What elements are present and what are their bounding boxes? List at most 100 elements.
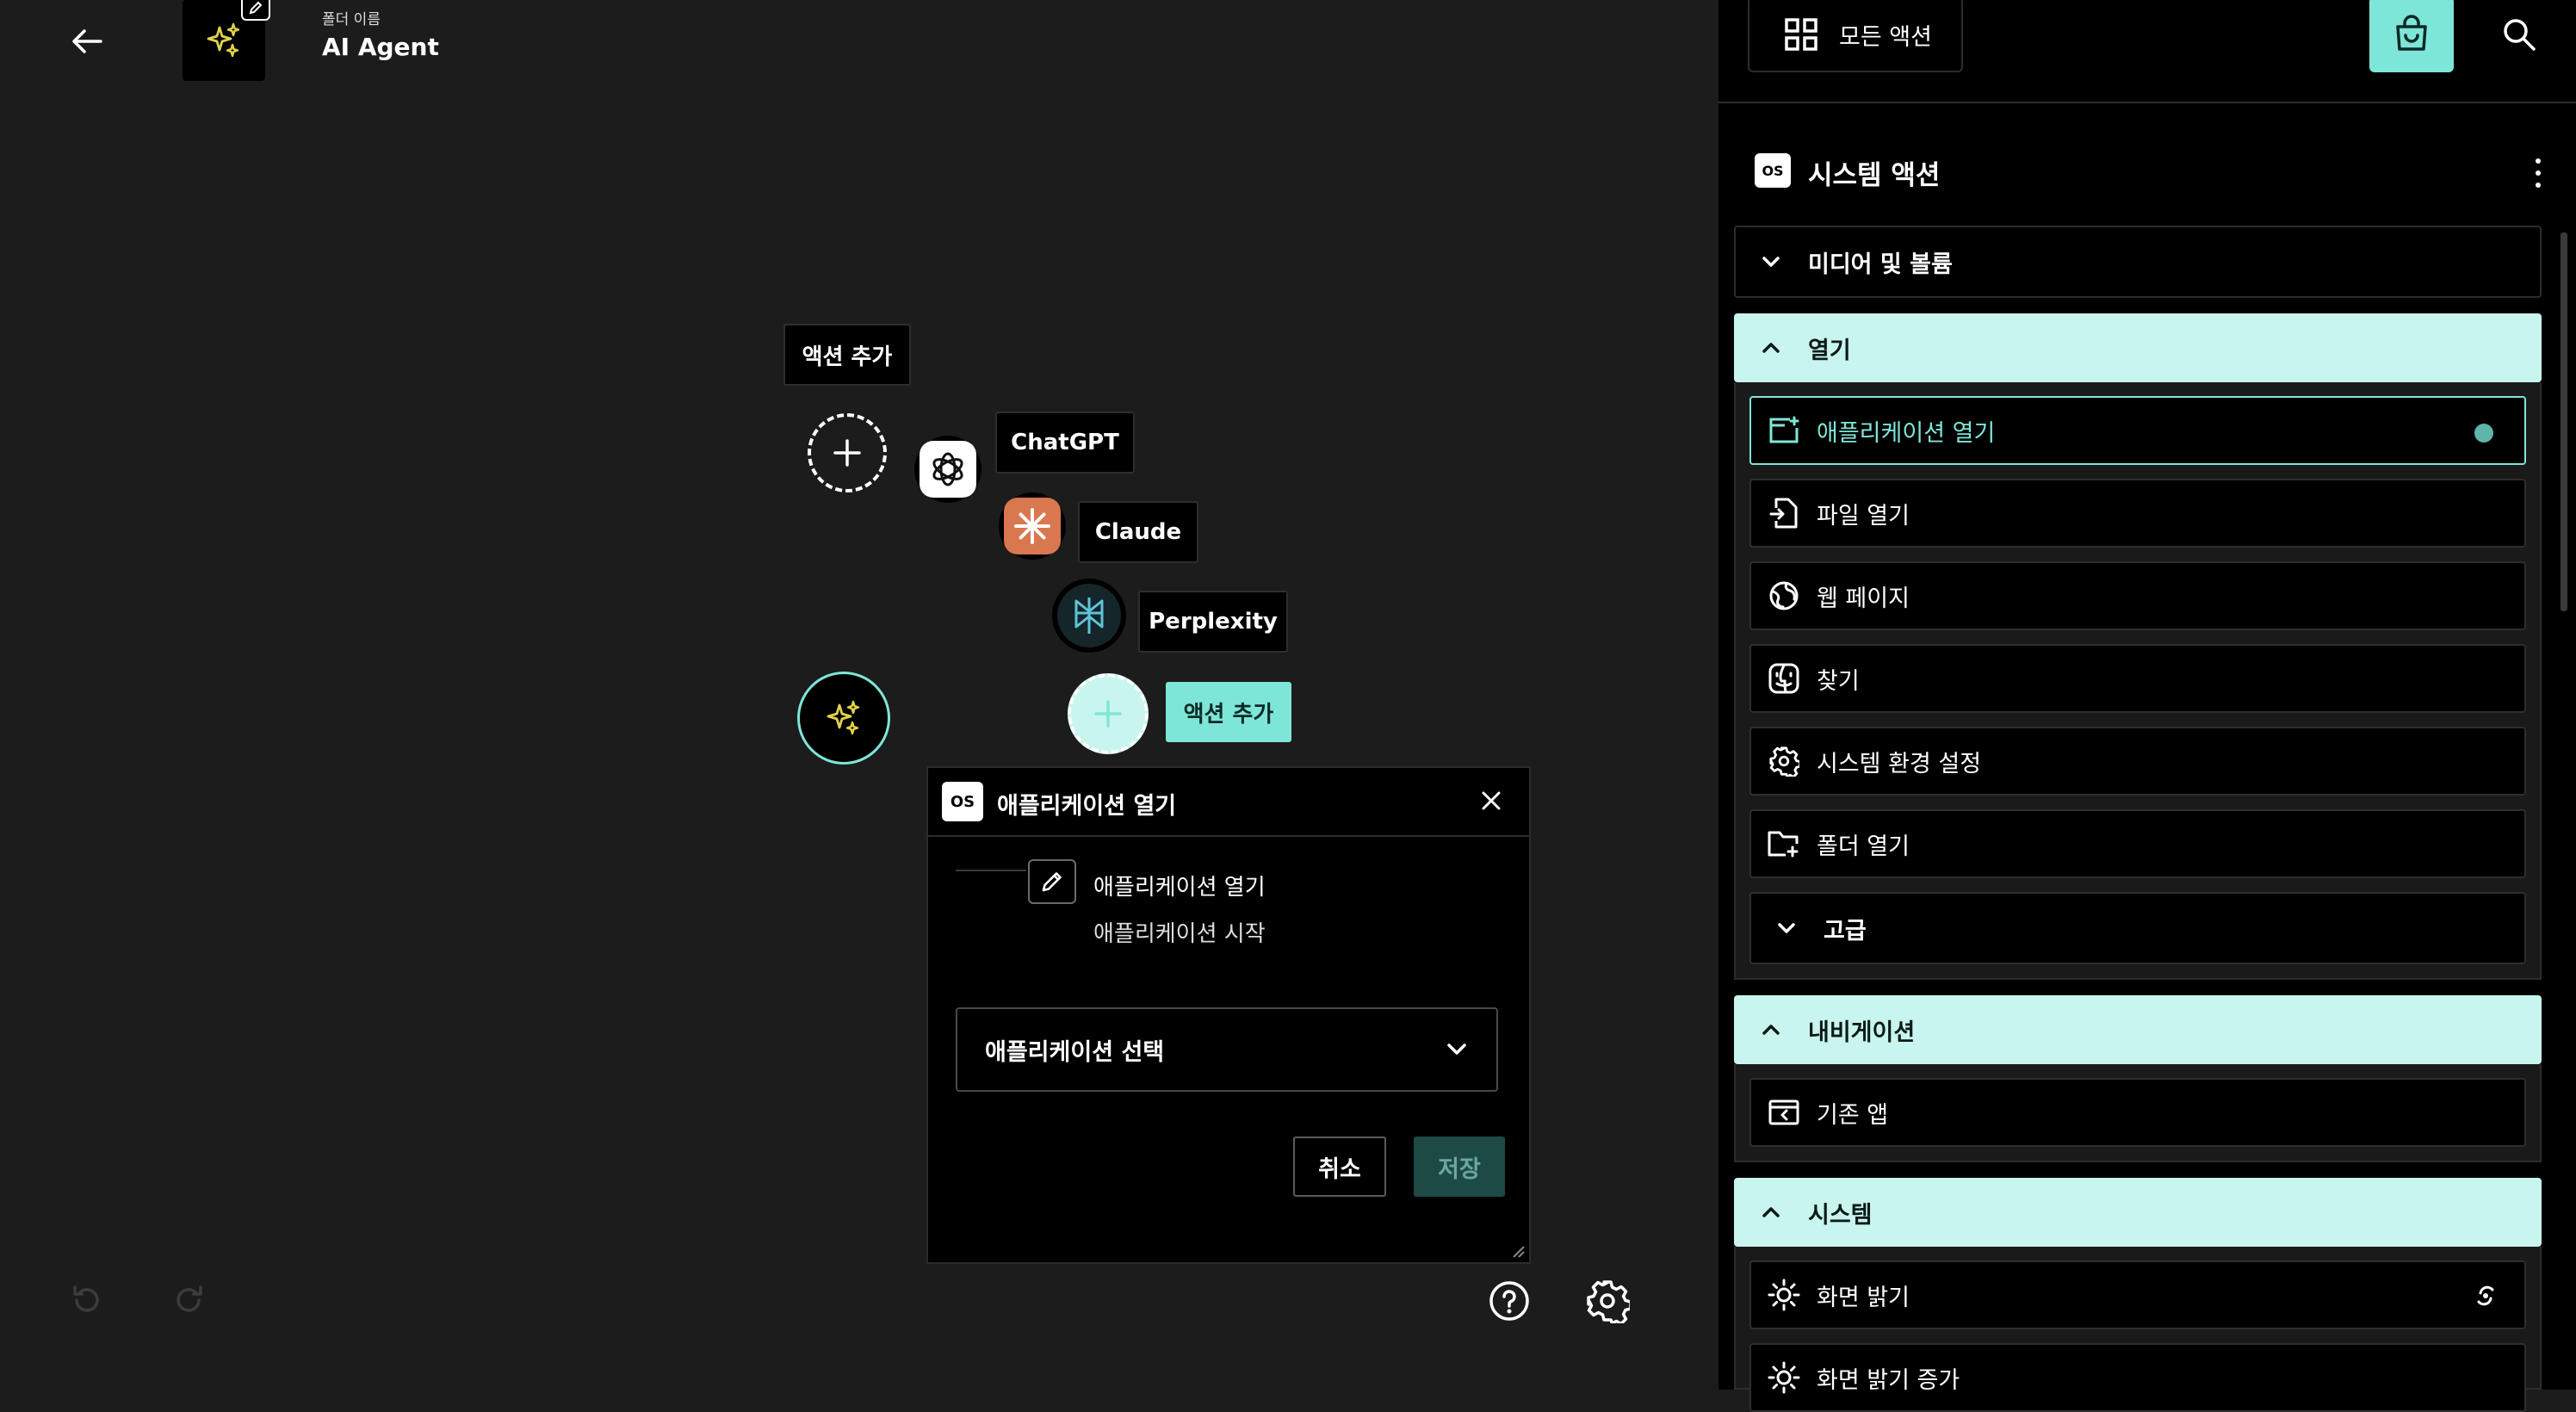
resize-grip-icon[interactable]: [1510, 1243, 1526, 1259]
section-navigation-label: 내비게이션: [1808, 1019, 1916, 1046]
actions-panel: 모든 액션 OS 시스템 액션 미디어 및 볼륨 열기 애플리케이션 열기 파일…: [1718, 0, 2576, 1412]
more-dot: [2536, 183, 2541, 188]
finder-icon: [1767, 661, 1801, 696]
action-item-screen-brightness[interactable]: 화면 밝기: [1749, 1260, 2526, 1329]
all-actions-button[interactable]: 모든 액션: [1748, 0, 1963, 72]
section-media-volume-label: 미디어 및 볼륨: [1808, 251, 1953, 278]
arrow-left-icon: [72, 29, 102, 53]
os-badge: OS: [942, 782, 983, 821]
edit-action-name-button[interactable]: [1028, 859, 1076, 904]
action-item-label: 파일 열기: [1817, 502, 1910, 530]
grid-icon: [1785, 18, 1817, 51]
pencil-icon: [249, 1, 263, 15]
section-system[interactable]: 시스템: [1734, 1178, 2542, 1247]
window-back-icon: [1767, 1095, 1801, 1130]
section-open-label: 열기: [1808, 337, 1851, 364]
claude-label: Claude: [1094, 519, 1182, 545]
redo-button[interactable]: [169, 1279, 210, 1321]
action-item-open-file[interactable]: 파일 열기: [1749, 479, 2526, 548]
action-item-web-page[interactable]: 웹 페이지: [1749, 561, 2526, 630]
action-name: 애플리케이션 열기: [1093, 875, 1266, 901]
action-item-previous-app[interactable]: 기존 앱: [1749, 1078, 2526, 1147]
action-item-finder[interactable]: 찾기: [1749, 644, 2526, 713]
sparkles-icon: [207, 22, 240, 58]
action-config-dialog: OS 애플리케이션 열기 애플리케이션 열기 애플리케이션 시작 애플리케이션 …: [926, 766, 1531, 1264]
perplexity-label: Perplexity: [1149, 609, 1278, 635]
file-open-icon: [1767, 496, 1801, 530]
action-item-label: 폴더 열기: [1817, 833, 1910, 860]
chatgpt-app-button[interactable]: [914, 436, 981, 503]
category-os-badge: OS: [1755, 153, 1791, 188]
chatgpt-icon: [932, 452, 963, 486]
undo-button[interactable]: [65, 1279, 107, 1321]
close-dialog-button[interactable]: [1474, 783, 1508, 818]
chevron-up-icon: [1762, 343, 1780, 353]
search-icon: [2504, 19, 2536, 51]
panel-scrollbar[interactable]: [2561, 232, 2567, 611]
sparkles-icon: [827, 700, 860, 735]
add-action-slot-active[interactable]: [1068, 673, 1149, 754]
perplexity-label-tag: Perplexity: [1138, 591, 1288, 653]
perplexity-app-button[interactable]: [1052, 579, 1126, 653]
action-item-system-preferences[interactable]: 시스템 환경 설정: [1749, 727, 2526, 796]
action-icon-placeholder: [956, 870, 1026, 871]
claude-label-tag: Claude: [1078, 501, 1198, 563]
dialog-divider: [928, 835, 1529, 837]
chevron-down-icon: [1762, 257, 1780, 267]
chatgpt-label: ChatGPT: [1011, 430, 1119, 455]
add-action-slot-top[interactable]: [808, 413, 887, 492]
category-os-badge-text: OS: [1762, 162, 1784, 179]
claude-app-button[interactable]: [999, 492, 1066, 560]
folder-icon: [1767, 827, 1801, 861]
search-button[interactable]: [2493, 0, 2545, 69]
application-select[interactable]: 애플리케이션 선택: [956, 1007, 1498, 1092]
sun-icon: [1767, 1360, 1801, 1395]
action-item-brightness-up[interactable]: 화면 밝기 증가: [1749, 1343, 2526, 1412]
help-icon: [1489, 1281, 1529, 1321]
close-icon: [1482, 791, 1501, 810]
action-item-open-application[interactable]: 애플리케이션 열기: [1749, 396, 2526, 465]
selected-dot-icon: [2474, 424, 2493, 443]
chevron-down-icon: [1447, 1044, 1466, 1055]
help-button[interactable]: [1488, 1279, 1531, 1322]
os-badge-text: OS: [950, 792, 975, 811]
save-button[interactable]: 저장: [1414, 1136, 1505, 1197]
back-button[interactable]: [65, 22, 108, 60]
add-action-tooltip-label: 액션 추가: [802, 344, 893, 370]
chevron-up-icon: [1762, 1207, 1780, 1217]
action-subtitle: 애플리케이션 시작: [1093, 921, 1266, 947]
action-item-label: 시스템 환경 설정: [1817, 750, 1982, 777]
cancel-button-label: 취소: [1318, 1155, 1361, 1183]
application-select-placeholder: 애플리케이션 선택: [985, 1038, 1165, 1066]
category-title: 시스템 액션: [1808, 160, 1941, 191]
action-item-label: 애플리케이션 열기: [1817, 419, 1996, 447]
gear-icon: [1767, 744, 1801, 778]
section-navigation[interactable]: 내비게이션: [1734, 995, 2542, 1064]
save-button-label: 저장: [1438, 1155, 1481, 1183]
add-action-active-tag[interactable]: 액션 추가: [1166, 682, 1291, 742]
marketplace-button[interactable]: [2369, 0, 2454, 72]
perplexity-icon: [1074, 598, 1104, 634]
gear-icon: [1587, 1280, 1630, 1323]
undo-icon: [73, 1285, 99, 1312]
plus-icon: [1094, 700, 1122, 728]
section-open[interactable]: 열기: [1734, 313, 2542, 382]
category-more-menu[interactable]: [2533, 158, 2543, 188]
action-item-open-folder[interactable]: 폴더 열기: [1749, 809, 2526, 878]
action-item-label: 웹 페이지: [1817, 585, 1910, 612]
folder-center-node[interactable]: [797, 672, 890, 765]
chevron-up-icon: [1762, 1025, 1780, 1035]
edit-folder-button[interactable]: [241, 0, 270, 21]
globe-icon: [1767, 579, 1801, 613]
settings-button[interactable]: [1584, 1278, 1631, 1324]
cancel-button[interactable]: 취소: [1293, 1136, 1386, 1197]
panel-divider: [1718, 102, 2576, 103]
section-media-volume[interactable]: 미디어 및 볼륨: [1734, 226, 2542, 298]
section-system-label: 시스템: [1808, 1201, 1873, 1229]
add-action-active-label: 액션 추가: [1183, 701, 1274, 728]
folder-name[interactable]: AI Agent: [322, 33, 439, 61]
subsection-advanced[interactable]: 고급: [1749, 892, 2526, 964]
action-item-label: 기존 앱: [1817, 1101, 1889, 1129]
claude-icon: [1014, 508, 1050, 544]
chevron-down-icon: [1778, 923, 1795, 933]
